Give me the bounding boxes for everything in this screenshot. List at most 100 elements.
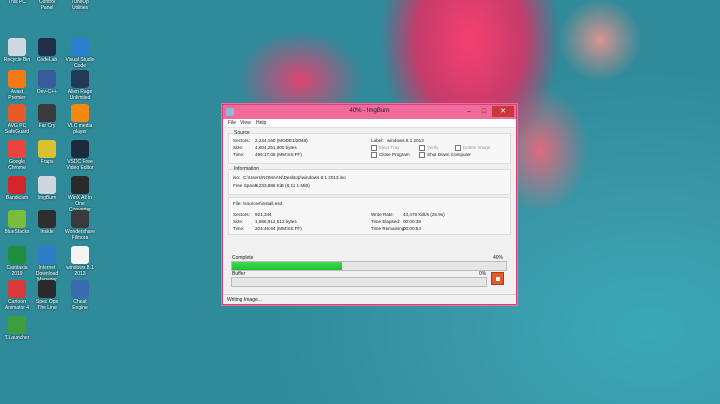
desktop-icon[interactable]: Recycle Bin (2, 38, 32, 63)
title-bar[interactable]: 40% - ImgBurn – □ ✕ (223, 105, 516, 119)
avg-icon (8, 104, 26, 122)
time-elapsed-value: 00:00:38 (403, 219, 421, 224)
desktop-icon[interactable]: Cheat Engine (65, 280, 95, 311)
desktop-icon[interactable]: Cartoon Animator 4 (2, 280, 32, 311)
desktop-icon[interactable]: Control Panel (32, 0, 62, 11)
desktop-icon[interactable]: BlueStacks (2, 210, 32, 235)
desktop-icon-label: BlueStacks (4, 229, 30, 235)
iso-path-row: iso: C:\Users\NOMAAN\Desktop\windows 8.1 … (233, 175, 346, 180)
desktop-icon[interactable]: windows 8.1 2013 (65, 246, 95, 277)
source-size-label: Size: (233, 145, 244, 150)
desktop-icon-label: Fraps (40, 159, 54, 165)
desktop-icon[interactable]: AVG PC SafeGuard (2, 104, 32, 135)
vsdc-icon (71, 140, 89, 158)
desktop-icon[interactable]: VLC media player (65, 104, 95, 135)
progress-sectors-value: 921,344 (255, 212, 272, 217)
eject-tray-checkbox[interactable] (371, 145, 377, 151)
menu-view[interactable]: View (240, 120, 251, 126)
desktop-icon[interactable]: Internet Download Manager (32, 246, 62, 283)
desktop-icon[interactable]: CodeLab (32, 38, 62, 63)
time-remaining-row: Time Remaining:00:00:54 (371, 226, 421, 231)
desktop-icon-label: Cheat Engine (72, 299, 88, 311)
desktop-icon-label: Cartoon Animator 4 (4, 299, 30, 311)
desktop-icon[interactable]: Dev-C++ (32, 70, 62, 95)
imgburn-window[interactable]: 40% - ImgBurn – □ ✕ File View Help Sourc… (222, 104, 517, 305)
free-space-value: 9,233,886 KiB (8,11 1 MiB) (255, 183, 310, 188)
desktop-icon[interactable]: Spec Ops The Line (32, 280, 62, 311)
desktop-icon[interactable]: Bandicam (2, 176, 32, 201)
desktop-icon[interactable]: Wondershare Filmora (65, 210, 95, 241)
shut-down-option[interactable]: Shut Down Computer (419, 152, 471, 158)
desktop-icon[interactable]: This PC (2, 0, 32, 5)
buffer-bar (231, 277, 487, 287)
progress-size-row: Size: 1,886,912,512 bytes (233, 219, 297, 224)
desktop-icon[interactable]: Fraps (32, 140, 62, 165)
source-time-row: Time: 499:17:05 (MM:SS:FF) (233, 152, 302, 157)
verify-option[interactable]: Verify (419, 145, 439, 151)
time-elapsed-label: Time Elapsed: (371, 219, 401, 224)
desktop-icon[interactable]: Avast Premier (2, 70, 32, 101)
stop-button[interactable] (491, 272, 504, 285)
farcry-icon (38, 104, 56, 122)
menu-help[interactable]: Help (256, 120, 266, 126)
camtasia-icon (8, 246, 26, 264)
idm-icon (38, 246, 56, 264)
desktop-icon[interactable]: Inside (32, 210, 62, 235)
source-sectors-row: Sectors: 2,244,160 (MODE1/2048) (233, 138, 308, 143)
desktop-icon-label: windows 8.1 2013 (66, 265, 94, 277)
close-program-label: Close Program (379, 152, 410, 158)
desktop-icon-label: Inside (40, 229, 54, 235)
desktop-icon-label: Avast Premier (8, 89, 26, 101)
desktop-icon[interactable]: T.Launcher (2, 316, 32, 341)
fraps-icon (38, 140, 56, 158)
desktop-icon-label: TuneUp Utilities (71, 0, 89, 11)
shut-down-checkbox[interactable] (419, 152, 425, 158)
desktop-icon[interactable]: ImgBurn (32, 176, 62, 201)
game-icon (71, 70, 89, 88)
desktop-icon[interactable]: Far Cry (32, 104, 62, 129)
desktop-icon-label: Recycle Bin (3, 57, 31, 63)
time-remaining-label: Time Remaining: (371, 226, 406, 231)
status-bar: Writing Image... (223, 294, 516, 304)
chrome-icon (8, 140, 26, 158)
free-space-row: Free Space:9,233,886 KiB (8,11 1 MiB) (233, 183, 310, 188)
progress-time-row: Time: 204:46:64 (MM:SS:FF) (233, 226, 302, 231)
eject-tray-option[interactable]: Eject Tray (371, 145, 399, 151)
desktop-icon[interactable]: Camtasia 2019 (2, 246, 32, 277)
desktop-icon-label: Far Cry (38, 123, 56, 129)
delete-image-checkbox[interactable] (455, 145, 461, 151)
complete-progress-fill (232, 262, 342, 270)
menu-file[interactable]: File (228, 120, 236, 126)
progress-size-label: Size: (233, 219, 244, 224)
label-label: Label: (371, 138, 384, 143)
desktop-icon-label: Camtasia 2019 (6, 265, 28, 277)
desktop-icon[interactable]: TuneUp Utilities (65, 0, 95, 11)
maximize-button[interactable]: □ (477, 106, 491, 117)
write-rate-row: Write Rate: 44,478 KiB/s (25.9x) (371, 212, 445, 217)
desktop-icon[interactable]: WinX All in One Converter (65, 176, 95, 213)
iso-path-value: C:\Users\NOMAAN\Desktop\windows 8.1 2013… (243, 175, 346, 180)
desktop-icon[interactable]: Visual Studio Code (65, 38, 95, 69)
desktop-icon[interactable]: Google Chrome (2, 140, 32, 171)
desktop-icon-label: Bandicam (5, 195, 29, 201)
free-space-label: Free Space: (233, 183, 259, 188)
delete-image-option[interactable]: Delete Image (455, 145, 490, 151)
cheat-engine-icon (71, 280, 89, 298)
winx-icon (71, 176, 89, 194)
source-size-value: 4,604,251,600 bytes (255, 145, 297, 150)
desktop-icon[interactable]: Alien Rage Unlimited (65, 70, 95, 101)
minimize-button[interactable]: – (462, 106, 476, 117)
recycle-bin-icon (8, 38, 26, 56)
vlc-icon (71, 104, 89, 122)
close-program-option[interactable]: Close Program (371, 152, 410, 158)
progress-sectors-label: Sectors: (233, 212, 250, 217)
desktop-icon-label: Wondershare Filmora (65, 229, 95, 241)
disc-image-icon (71, 246, 89, 264)
verify-checkbox[interactable] (419, 145, 425, 151)
verify-label: Verify (427, 145, 439, 151)
progress-sectors-row: Sectors: 921,344 (233, 212, 272, 217)
close-button[interactable]: ✕ (492, 106, 514, 117)
close-program-checkbox[interactable] (371, 152, 377, 158)
desktop-icon[interactable]: VSDC Free Video Editor (65, 140, 95, 171)
specops-icon (38, 280, 56, 298)
